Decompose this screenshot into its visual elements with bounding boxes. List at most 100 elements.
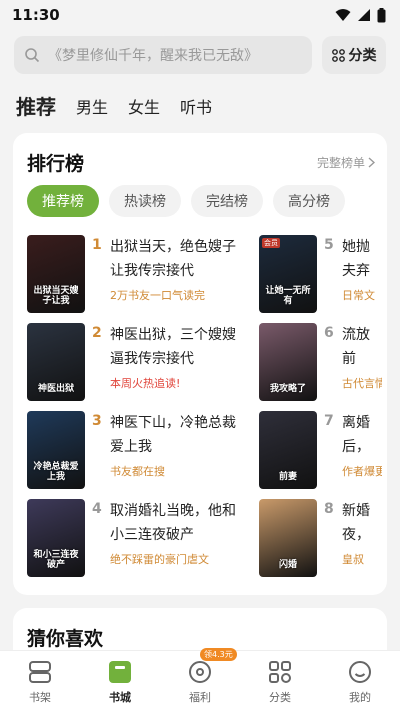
book-item[interactable]: 前妻 7 离婚后，前妻的老公后悔了作者爆更	[259, 411, 387, 491]
book-info: 取消婚礼当晚，他和小三连夜破产绝不踩雷的豪门虐文	[110, 499, 238, 579]
book-rank: 2	[92, 325, 102, 341]
nav-bookshelf-label: 书架	[29, 690, 51, 704]
book-item[interactable]: 闪婚 8 新婚夜，闪婚老公和绝嗣大佬是同一人皇叔	[259, 499, 387, 579]
book-meta: 7 离婚后，前妻的老公后悔了作者爆更	[324, 411, 382, 491]
book-subtitle: 皇叔	[342, 553, 364, 566]
book-info: 出狱当天，绝色嫂子让我传宗接代 2万书友一口气读完	[110, 235, 238, 315]
book-rank: 1	[92, 237, 102, 253]
nav-bookstore[interactable]: 书城	[90, 658, 150, 705]
book-subtitle: 日常文	[342, 289, 375, 302]
book-cover-title: 神医出狱	[37, 384, 74, 395]
book-subtitle: 绝不踩雷的豪门虐文	[110, 553, 209, 566]
book-meta: 8 新婚夜，闪婚老公和绝嗣大佬是同一人皇叔	[324, 499, 382, 579]
book-cover-title: 冷艳总裁爱上我	[33, 462, 79, 483]
nav-category[interactable]: 分类	[250, 658, 310, 705]
chevron-right-icon	[368, 157, 375, 168]
grid-icon	[331, 48, 345, 62]
search-row: 《梦里修仙千年，醒来我已无敌》 分类	[0, 34, 400, 76]
category-button[interactable]: 分类	[322, 36, 386, 74]
tab-male[interactable]: 男生	[76, 94, 108, 122]
book-meta: 1 出狱当天，绝色嫂子让我传宗接代 2万书友一口气读完	[92, 235, 238, 315]
book-title: 新婚夜，闪婚老公和绝嗣大佬是同一人	[342, 503, 370, 543]
nav-welfare[interactable]: 领4.3元 福利	[170, 647, 237, 705]
book-info: 她抛夫弃子后，让她一无所有日常文	[342, 235, 382, 315]
book-cover-title: 让她一无所有	[265, 286, 311, 307]
nav-profile-label: 我的	[349, 690, 371, 704]
book-meta: 3 神医下山，冷艳总裁爱上我 书友都在搜	[92, 411, 238, 491]
status-bar: 11:30	[0, 0, 400, 30]
book-cover-title: 闪婚	[278, 560, 297, 571]
bookshelf-icon	[29, 660, 51, 683]
book-item[interactable]: 神医出狱 2 神医出狱，三个嫂嫂逼我传宗接代 本周火热追读!	[27, 323, 257, 403]
book-item[interactable]: 会员让她一无所有 5 她抛夫弃子后，让她一无所有日常文	[259, 235, 387, 315]
book-cover-title: 出狱当天嫂子让我	[33, 286, 79, 307]
signal-icon	[358, 9, 370, 21]
search-icon	[25, 48, 40, 63]
profile-icon	[349, 660, 371, 683]
ranking-book-list: 出狱当天嫂子让我 1 出狱当天，绝色嫂子让我传宗接代 2万书友一口气读完 神医出狱 2 神医…	[27, 235, 387, 585]
welfare-badge: 领4.3元	[200, 647, 237, 661]
status-icons	[335, 7, 386, 23]
book-cover: 出狱当天嫂子让我	[27, 235, 85, 313]
nav-welfare-label: 福利	[189, 690, 211, 704]
ranking-card: 排行榜 完整榜单 推荐榜 热读榜 完结榜 高分榜 出狱当天嫂子让我 1 出狱当天，绝…	[13, 133, 387, 595]
bottom-nav: 书架 书城 领4.3元 福利 分类 我的	[0, 647, 400, 711]
nav-profile[interactable]: 我的	[330, 658, 390, 705]
ranking-header: 排行榜 完整榜单	[27, 149, 375, 176]
guess-you-like-title: 猜你喜欢	[27, 628, 104, 650]
book-rank: 8	[324, 501, 334, 517]
book-subtitle: 书友都在搜	[110, 465, 165, 478]
nav-category-label: 分类	[269, 690, 291, 704]
book-info: 神医下山，冷艳总裁爱上我 书友都在搜	[110, 411, 238, 491]
ranking-tab-hot[interactable]: 热读榜	[109, 185, 181, 217]
book-cover: 和小三连夜破产	[27, 499, 85, 577]
wifi-icon	[335, 9, 351, 21]
book-title: 她抛夫弃子后，让她一无所有	[342, 239, 370, 279]
book-subtitle: 2万书友一口气读完	[110, 289, 205, 302]
book-info: 新婚夜，闪婚老公和绝嗣大佬是同一人皇叔	[342, 499, 382, 579]
full-ranking-link[interactable]: 完整榜单	[317, 154, 375, 171]
book-cover: 神医出狱	[27, 323, 85, 401]
book-item[interactable]: 我攻略了 6 流放前夕，我攻略了敌国丞相古代言情	[259, 323, 387, 403]
ranking-tab-top-rated[interactable]: 高分榜	[273, 185, 345, 217]
gift-icon	[189, 660, 211, 683]
status-time: 11:30	[12, 6, 60, 24]
tab-female[interactable]: 女生	[128, 94, 160, 122]
book-item[interactable]: 和小三连夜破产 4 取消婚礼当晚，他和小三连夜破产 绝不踩雷的豪门虐文	[27, 499, 257, 579]
book-meta: 4 取消婚礼当晚，他和小三连夜破产 绝不踩雷的豪门虐文	[92, 499, 238, 579]
book-info: 神医出狱，三个嫂嫂逼我传宗接代 本周火热追读!	[110, 323, 238, 403]
book-cover-title: 和小三连夜破产	[33, 550, 79, 571]
book-rank: 6	[324, 325, 334, 341]
book-info: 离婚后，前妻的老公后悔了作者爆更	[342, 411, 382, 491]
book-cover: 闪婚	[259, 499, 317, 577]
nav-bookshelf[interactable]: 书架	[10, 658, 70, 705]
book-rank: 3	[92, 413, 102, 429]
book-meta: 2 神医出狱，三个嫂嫂逼我传宗接代 本周火热追读!	[92, 323, 238, 403]
book-cover: 前妻	[259, 411, 317, 489]
nav-bookstore-label: 书城	[109, 690, 131, 704]
channel-tabs: 推荐 男生 女生 听书	[0, 86, 400, 122]
book-cover: 我攻略了	[259, 323, 317, 401]
book-rank: 5	[324, 237, 334, 253]
book-cover: 会员 让她一无所有	[259, 235, 317, 313]
book-item[interactable]: 出狱当天嫂子让我 1 出狱当天，绝色嫂子让我传宗接代 2万书友一口气读完	[27, 235, 257, 315]
book-cover-title: 我攻略了	[269, 384, 306, 395]
book-cover: 冷艳总裁爱上我	[27, 411, 85, 489]
book-subtitle: 古代言情	[342, 377, 382, 390]
book-cover-tag: 会员	[262, 238, 280, 248]
book-title: 取消婚礼当晚，他和小三连夜破产	[110, 503, 236, 543]
tab-recommend[interactable]: 推荐	[16, 91, 56, 122]
book-title: 出狱当天，绝色嫂子让我传宗接代	[110, 239, 236, 279]
book-subtitle: 本周火热追读!	[110, 377, 181, 390]
ranking-tab-recommend[interactable]: 推荐榜	[27, 185, 99, 217]
ranking-tab-finished[interactable]: 完结榜	[191, 185, 263, 217]
book-item[interactable]: 冷艳总裁爱上我 3 神医下山，冷艳总裁爱上我 书友都在搜	[27, 411, 257, 491]
book-cover-title: 前妻	[278, 472, 297, 483]
search-placeholder: 《梦里修仙千年，醒来我已无敌》	[48, 48, 258, 64]
search-input[interactable]: 《梦里修仙千年，醒来我已无敌》	[14, 36, 312, 74]
battery-icon	[377, 7, 386, 22]
book-info: 流放前夕，我攻略了敌国丞相古代言情	[342, 323, 382, 403]
tab-audiobook[interactable]: 听书	[180, 94, 212, 122]
book-meta: 5 她抛夫弃子后，让她一无所有日常文	[324, 235, 382, 315]
full-ranking-label: 完整榜单	[316, 156, 365, 170]
